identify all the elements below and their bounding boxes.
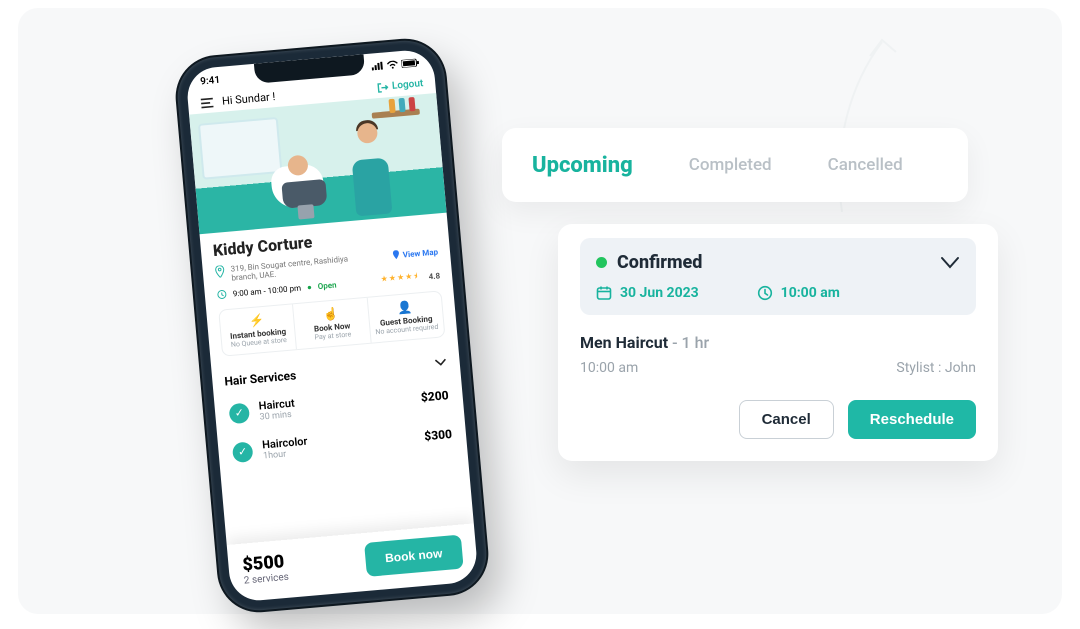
tab-completed[interactable]: Completed <box>689 155 772 175</box>
tab-cancelled[interactable]: Cancelled <box>828 155 903 175</box>
services-header: Hair Services <box>224 368 297 388</box>
check-icon: ✓ <box>228 402 250 424</box>
logout-button[interactable]: Logout <box>376 78 424 94</box>
map-pin-icon <box>391 250 400 261</box>
chevron-down-icon[interactable] <box>433 357 448 368</box>
clock-icon <box>216 289 227 300</box>
booking-slot-time: 10:00 am <box>580 360 638 376</box>
booking-service-row: Men Haircut - 1 hr <box>580 333 976 352</box>
book-now-button[interactable]: Book now <box>364 535 464 577</box>
phone-mockup: 9:41 Hi Sundar ! Logout <box>174 37 489 613</box>
tabs-card: Upcoming Completed Cancelled <box>502 128 968 202</box>
booking-card: Confirmed 30 Jun 2023 10:00 am Men Hairc… <box>558 224 998 461</box>
battery-icon <box>401 58 420 68</box>
hero-illustration <box>189 93 447 234</box>
pin-icon <box>214 265 225 278</box>
confirmation-box[interactable]: Confirmed 30 Jun 2023 10:00 am <box>580 238 976 315</box>
greeting-text: Hi Sundar ! <box>221 90 275 108</box>
service-price: $200 <box>420 388 449 404</box>
booking-duration: - 1 hr <box>672 333 709 352</box>
pill-guest-booking[interactable]: 👤 Guest Booking No account required <box>367 291 444 342</box>
shop-hours: 9:00 am - 10:00 pm <box>232 283 301 298</box>
tab-upcoming[interactable]: Upcoming <box>532 153 633 178</box>
status-dot-icon <box>596 257 607 268</box>
booking-stylist: Stylist : John <box>896 360 976 376</box>
feature-pills: ⚡ Instant booking No Queue at store ☝ Bo… <box>218 290 445 356</box>
signal-icon <box>371 62 384 71</box>
booking-status: Confirmed <box>617 252 702 273</box>
reschedule-button[interactable]: Reschedule <box>848 400 976 439</box>
pill-book-now[interactable]: ☝ Book Now Pay at store <box>293 298 371 349</box>
cancel-button[interactable]: Cancel <box>739 400 834 439</box>
clock-icon <box>757 285 773 301</box>
shop-rating: 4.8 <box>428 271 440 281</box>
booking-date: 30 Jun 2023 <box>620 285 699 301</box>
view-map-link[interactable]: View Map <box>391 247 438 261</box>
logout-icon <box>376 81 389 94</box>
wifi-icon <box>386 60 399 69</box>
chevron-down-icon[interactable] <box>940 256 960 270</box>
logout-label: Logout <box>392 78 424 92</box>
status-time: 9:41 <box>200 74 221 87</box>
booking-time: 10:00 am <box>781 285 840 301</box>
booking-service: Men Haircut <box>580 333 668 352</box>
star-rating-icon: ★★★★⯨ <box>380 270 419 287</box>
status-icons <box>371 58 420 70</box>
open-status: Open <box>317 280 337 291</box>
service-price: $300 <box>424 426 453 442</box>
pill-instant-booking[interactable]: ⚡ Instant booking No Queue at store <box>219 304 297 355</box>
service-duration: 30 mins <box>259 410 296 423</box>
check-icon: ✓ <box>232 441 254 463</box>
menu-icon[interactable] <box>200 96 215 109</box>
calendar-icon <box>596 285 612 301</box>
